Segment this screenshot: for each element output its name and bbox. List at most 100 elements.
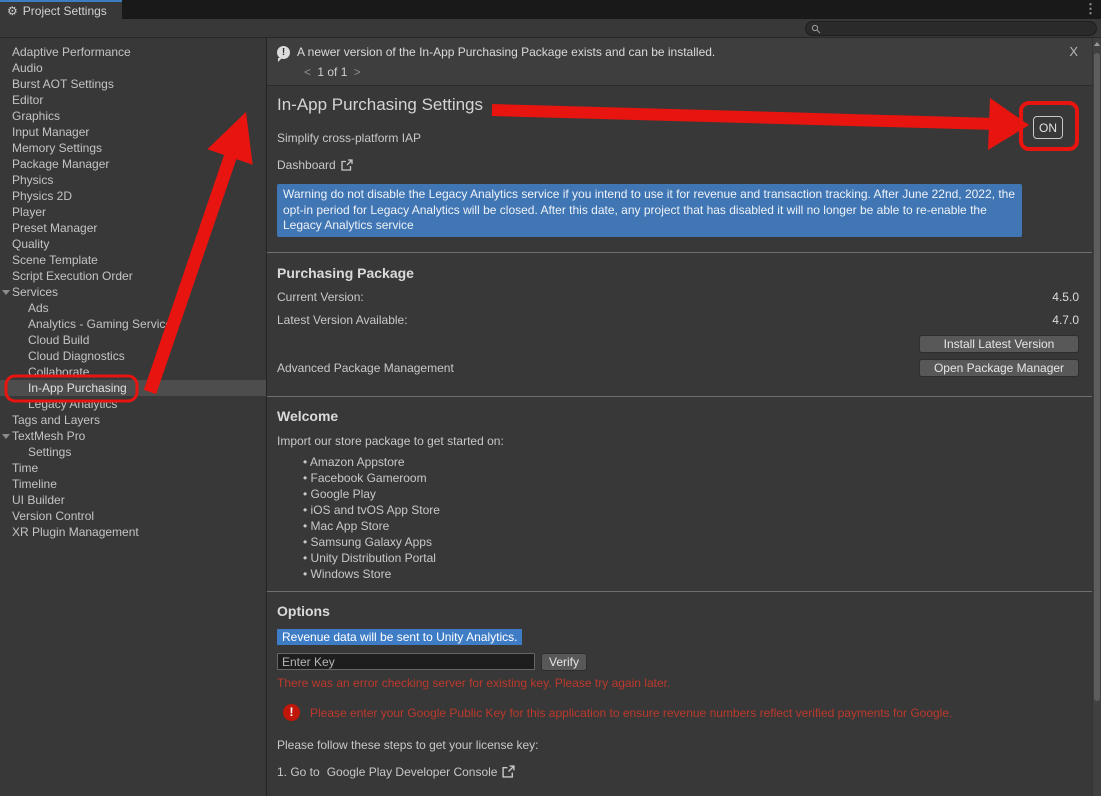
pager-count: 1 of 1: [317, 65, 347, 79]
dashboard-link[interactable]: Dashboard: [277, 158, 1079, 172]
sidebar-item-preset-manager[interactable]: Preset Manager: [0, 220, 266, 236]
store-list-item: iOS and tvOS App Store: [277, 502, 1079, 518]
gear-icon: ⚙: [7, 5, 18, 17]
sidebar-item-label: Timeline: [12, 477, 57, 491]
key-check-error-text: There was an error checking server for e…: [277, 676, 1079, 690]
sidebar-item-label: Graphics: [12, 109, 60, 123]
sidebar-item-textmesh-pro[interactable]: TextMesh Pro: [0, 428, 266, 444]
store-list-item: Windows Store: [277, 566, 1079, 582]
sidebar-item-graphics[interactable]: Graphics: [0, 108, 266, 124]
options-heading: Options: [277, 603, 1079, 619]
pager-next-icon[interactable]: >: [351, 65, 364, 79]
google-play-console-link[interactable]: Google Play Developer Console: [327, 765, 498, 779]
sidebar-item-time[interactable]: Time: [0, 460, 266, 476]
sidebar-item-label: Tags and Layers: [12, 413, 100, 427]
close-icon[interactable]: X: [1069, 44, 1078, 59]
sidebar-item-label: Preset Manager: [12, 221, 97, 235]
page-title: In-App Purchasing Settings: [277, 95, 1079, 115]
license-key-input[interactable]: [277, 653, 535, 670]
sidebar-item-label: Package Manager: [12, 157, 109, 171]
sidebar-item-ui-builder[interactable]: UI Builder: [0, 492, 266, 508]
foldout-triangle-icon[interactable]: [2, 434, 10, 439]
sidebar-item-analytics-gaming-services[interactable]: Analytics - Gaming Services: [0, 316, 266, 332]
kebab-menu-icon[interactable]: ⋮: [1084, 1, 1097, 17]
sidebar-item-editor[interactable]: Editor: [0, 92, 266, 108]
sidebar-item-label: Editor: [12, 93, 43, 107]
sidebar-item-label: Burst AOT Settings: [12, 77, 114, 91]
section-divider: [267, 252, 1092, 253]
sidebar-item-label: Services: [12, 285, 58, 299]
sidebar-item-label: Adaptive Performance: [12, 45, 131, 59]
foldout-triangle-icon[interactable]: [2, 290, 10, 295]
error-icon: !: [283, 704, 300, 721]
sidebar-item-input-manager[interactable]: Input Manager: [0, 124, 266, 140]
window-tab-strip: ⚙ Project Settings ⋮: [0, 0, 1101, 19]
welcome-heading: Welcome: [277, 408, 1079, 424]
current-version-value: 4.5.0: [1052, 290, 1079, 304]
store-list-item: Mac App Store: [277, 518, 1079, 534]
sidebar-item-quality[interactable]: Quality: [0, 236, 266, 252]
sidebar-item-memory-settings[interactable]: Memory Settings: [0, 140, 266, 156]
verify-button[interactable]: Verify: [541, 653, 587, 671]
open-package-manager-button[interactable]: Open Package Manager: [919, 359, 1079, 377]
scroll-up-icon[interactable]: [1094, 42, 1100, 46]
latest-version-row: Latest Version Available: 4.7.0: [277, 313, 1079, 327]
sidebar-item-scene-template[interactable]: Scene Template: [0, 252, 266, 268]
sidebar-item-label: TextMesh Pro: [12, 429, 85, 443]
sidebar-item-label: Collaborate: [28, 365, 89, 379]
sidebar-item-label: Player: [12, 205, 46, 219]
sidebar-item-collaborate[interactable]: Collaborate: [0, 364, 266, 380]
sidebar-item-ads[interactable]: Ads: [0, 300, 266, 316]
alert-bubble-icon: !: [277, 46, 290, 59]
sidebar-item-tags-and-layers[interactable]: Tags and Layers: [0, 412, 266, 428]
sidebar-item-xr-plugin-management[interactable]: XR Plugin Management: [0, 524, 266, 540]
sidebar-item-version-control[interactable]: Version Control: [0, 508, 266, 524]
sidebar-item-physics[interactable]: Physics: [0, 172, 266, 188]
sidebar-item-label: Audio: [12, 61, 43, 75]
sidebar-item-adaptive-performance[interactable]: Adaptive Performance: [0, 44, 266, 60]
google-public-key-error-text: Please enter your Google Public Key for …: [310, 703, 952, 721]
sidebar-item-audio[interactable]: Audio: [0, 60, 266, 76]
store-list: Amazon Appstore Facebook Gameroom Google…: [277, 454, 1079, 582]
sidebar-item-label: Physics: [12, 173, 53, 187]
latest-version-label: Latest Version Available:: [277, 313, 408, 327]
store-list-item: Unity Distribution Portal: [277, 550, 1079, 566]
sidebar-item-legacy-analytics[interactable]: Legacy Analytics: [0, 396, 266, 412]
sidebar-item-cloud-build[interactable]: Cloud Build: [0, 332, 266, 348]
tab-project-settings[interactable]: ⚙ Project Settings: [0, 0, 122, 19]
sidebar-item-physics-2d[interactable]: Physics 2D: [0, 188, 266, 204]
install-latest-version-button[interactable]: Install Latest Version: [919, 335, 1079, 353]
sidebar-item-cloud-diagnostics[interactable]: Cloud Diagnostics: [0, 348, 266, 364]
search-input[interactable]: [824, 22, 1091, 36]
sidebar-item-label: Input Manager: [12, 125, 89, 139]
sidebar-item-label: Time: [12, 461, 38, 475]
sidebar-item-in-app-purchasing[interactable]: In-App Purchasing: [0, 380, 266, 396]
dashboard-link-label: Dashboard: [277, 158, 336, 172]
sidebar-item-script-execution-order[interactable]: Script Execution Order: [0, 268, 266, 284]
search-box[interactable]: [805, 21, 1097, 36]
legacy-analytics-warning: Warning do not disable the Legacy Analyt…: [277, 184, 1022, 237]
scrollbar-thumb[interactable]: [1094, 53, 1100, 701]
advanced-package-management-label: Advanced Package Management: [277, 361, 454, 375]
sidebar-item-label: Settings: [28, 445, 71, 459]
sidebar-item-textmesh-settings[interactable]: Settings: [0, 444, 266, 460]
sidebar-item-player[interactable]: Player: [0, 204, 266, 220]
notification-pager: < 1 of 1 >: [301, 65, 1082, 79]
store-list-item: Facebook Gameroom: [277, 470, 1079, 486]
pager-prev-icon[interactable]: <: [301, 65, 314, 79]
sidebar-item-burst-aot-settings[interactable]: Burst AOT Settings: [0, 76, 266, 92]
sidebar-item-label: Physics 2D: [12, 189, 72, 203]
sidebar-item-label: Memory Settings: [12, 141, 102, 155]
section-divider: [267, 396, 1092, 397]
current-version-row: Current Version: 4.5.0: [277, 290, 1079, 304]
settings-content-panel: ! A newer version of the In-App Purchasi…: [267, 38, 1101, 796]
sidebar-item-package-manager[interactable]: Package Manager: [0, 156, 266, 172]
sidebar-item-timeline[interactable]: Timeline: [0, 476, 266, 492]
sidebar-item-services[interactable]: Services: [0, 284, 266, 300]
sidebar-item-label: UI Builder: [12, 493, 65, 507]
notification-bar: ! A newer version of the In-App Purchasi…: [267, 38, 1092, 86]
store-list-item: Google Play: [277, 486, 1079, 502]
external-link-icon: [502, 765, 515, 778]
vertical-scrollbar[interactable]: [1092, 38, 1101, 796]
settings-toolbar: [0, 19, 1101, 38]
